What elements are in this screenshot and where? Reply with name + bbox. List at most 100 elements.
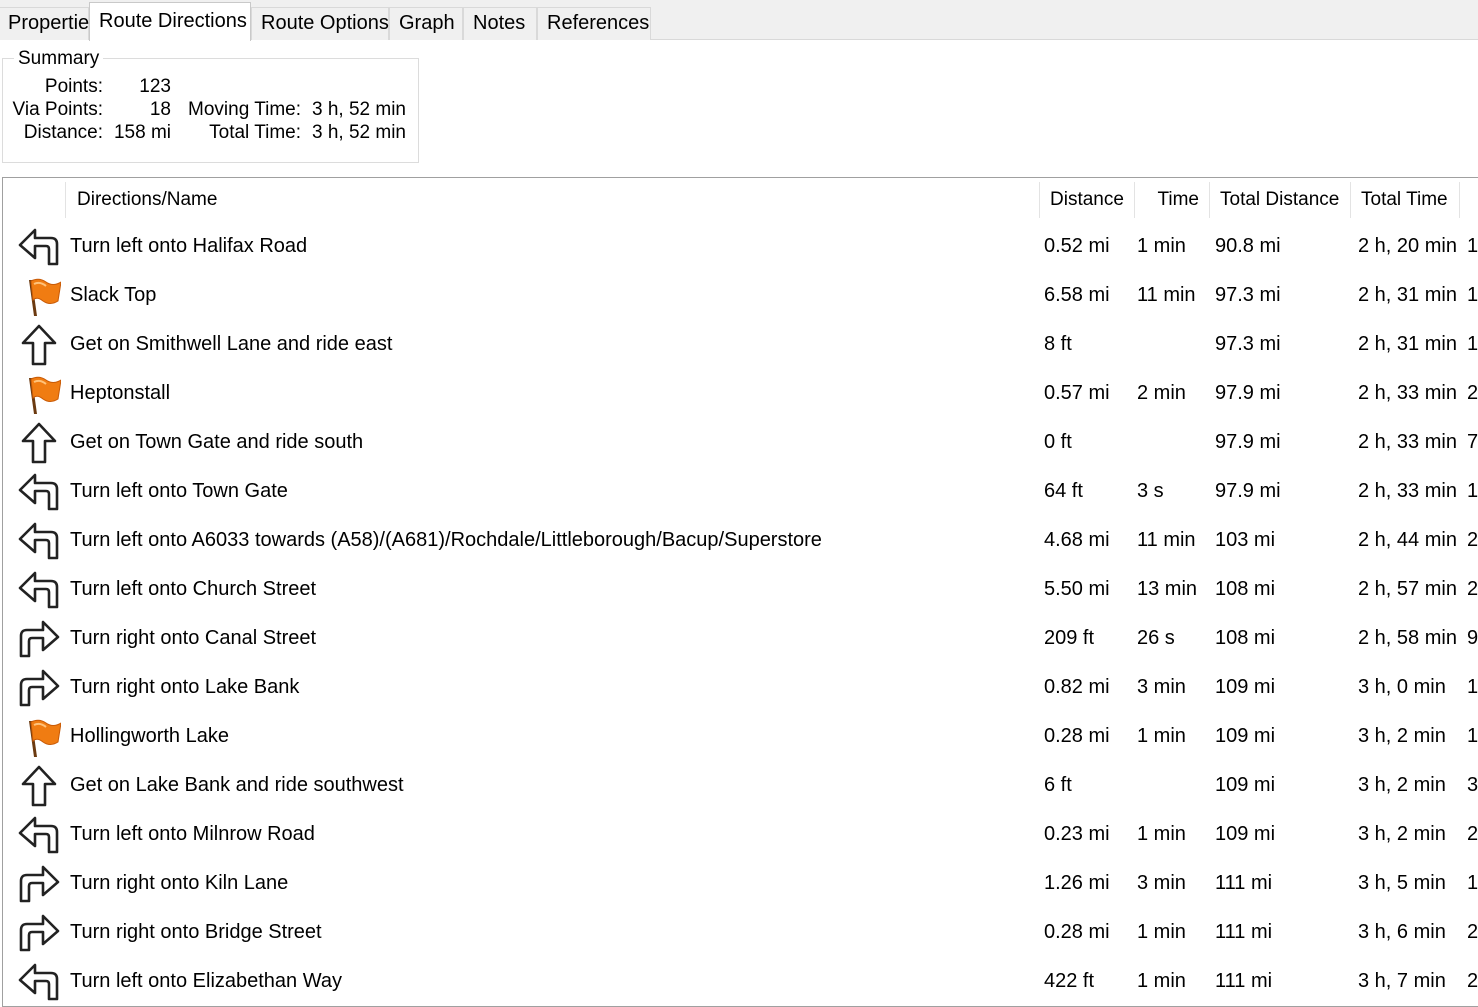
summary-group: Summary Points: 123 Via Points: 18 Dista… xyxy=(2,48,419,163)
row-total-distance: 109 mi xyxy=(1215,676,1276,698)
row-total-distance: 109 mi xyxy=(1215,725,1276,747)
tab-properties[interactable]: Properties xyxy=(0,7,99,40)
column-header-total-time[interactable]: Total Time xyxy=(1351,178,1459,222)
table-row[interactable]: Turn left onto Church Street 5.50 mi 13 mi… xyxy=(3,565,1478,614)
row-total-distance: 97.9 mi xyxy=(1215,480,1281,502)
row-total-distance: 111 mi xyxy=(1215,921,1273,943)
row-total-distance: 111 mi xyxy=(1215,872,1273,894)
row-total-distance: 97.9 mi xyxy=(1215,431,1281,453)
row-total-distance: 90.8 mi xyxy=(1215,235,1281,257)
tab-references[interactable]: References xyxy=(537,7,651,40)
row-overflow-value: 1( xyxy=(1467,480,1478,502)
row-total-time: 2 h, 33 min xyxy=(1358,382,1457,404)
row-name: Get on Lake Bank and ride southwest xyxy=(70,774,404,796)
row-time: 1 min xyxy=(1137,725,1186,747)
row-overflow-value: 2 xyxy=(1467,921,1478,943)
column-header-name[interactable]: Directions/Name xyxy=(67,178,1039,222)
row-total-time: 2 h, 20 min xyxy=(1358,235,1457,257)
row-total-time: 3 h, 0 min xyxy=(1358,676,1446,698)
points-value: 123 xyxy=(139,76,171,97)
list-header: Directions/Name Distance Time Total Dist… xyxy=(3,178,1478,222)
row-time: 1 min xyxy=(1137,235,1186,257)
column-header-time[interactable]: Time xyxy=(1135,178,1209,222)
row-distance: 0.57 mi xyxy=(1044,382,1110,404)
row-distance: 0 ft xyxy=(1044,431,1072,453)
table-row[interactable]: Get on Town Gate and ride south 0 ft 97.9 … xyxy=(3,418,1478,467)
row-distance: 1.26 mi xyxy=(1044,872,1110,894)
row-distance: 209 ft xyxy=(1044,627,1095,649)
table-row[interactable]: Turn right onto Kiln Lane 1.26 mi 3 min 111… xyxy=(3,859,1478,908)
row-name: Turn left onto Halifax Road xyxy=(70,235,308,257)
row-overflow-value: 1' xyxy=(1467,676,1478,698)
row-total-distance: 109 mi xyxy=(1215,823,1276,845)
total-time-label: Total Time: xyxy=(209,122,301,143)
row-overflow-value: 1: xyxy=(1467,725,1478,747)
row-time: 3 min xyxy=(1137,676,1186,698)
table-row[interactable]: Turn right onto Lake Bank 0.82 mi 3 min 109… xyxy=(3,663,1478,712)
row-name: Turn left onto Town Gate xyxy=(70,480,288,502)
row-name: Turn right onto Canal Street xyxy=(70,627,317,649)
row-overflow-value: 1( xyxy=(1467,235,1478,257)
table-row[interactable]: Slack Top 6.58 mi 11 min 97.3 mi 2 h, 31 min… xyxy=(3,271,1478,320)
table-row[interactable]: Get on Smithwell Lane and ride east 8 ft 9… xyxy=(3,320,1478,369)
row-name: Turn left onto Church Street xyxy=(70,578,317,600)
row-total-distance: 97.9 mi xyxy=(1215,382,1281,404)
table-row[interactable]: Turn left onto Milnrow Road 0.23 mi 1 min 1… xyxy=(3,810,1478,859)
table-row[interactable]: Turn left onto Town Gate 64 ft 3 s 97.9 mi 2… xyxy=(3,467,1478,516)
table-row[interactable]: Turn left onto Halifax Road 0.52 mi 1 min 9… xyxy=(3,222,1478,271)
row-name: Turn left onto Milnrow Road xyxy=(70,823,315,845)
row-total-time: 3 h, 2 min xyxy=(1358,725,1446,747)
directions-list[interactable]: Directions/Name Distance Time Total Dist… xyxy=(2,177,1478,1007)
row-distance: 6.58 mi xyxy=(1044,284,1110,306)
row-distance: 0.28 mi xyxy=(1044,921,1110,943)
tab-route-directions[interactable]: Route Directions xyxy=(89,2,251,41)
via-points-label: Via Points: xyxy=(12,99,103,120)
table-row[interactable]: Hollingworth Lake 0.28 mi 1 min 109 mi 3 h, … xyxy=(3,712,1478,761)
row-time: 2 min xyxy=(1137,382,1186,404)
table-row[interactable]: Heptonstall 0.57 mi 2 min 97.9 mi 2 h, 33 mi… xyxy=(3,369,1478,418)
row-name: Turn right onto Bridge Street xyxy=(70,921,322,943)
summary-title: Summary xyxy=(14,48,104,70)
row-total-time: 3 h, 2 min xyxy=(1358,823,1446,845)
row-time: 11 min xyxy=(1137,529,1196,551)
row-overflow-value: 2( xyxy=(1467,578,1478,600)
row-time: 1 min xyxy=(1137,823,1186,845)
moving-time-value: 3 h, 52 min xyxy=(312,99,406,120)
distance-value: 158 mi xyxy=(113,122,171,143)
row-total-time: 3 h, 2 min xyxy=(1358,774,1446,796)
row-time: 11 min xyxy=(1137,284,1196,306)
row-name: Get on Town Gate and ride south xyxy=(70,431,364,453)
row-total-distance: 103 mi xyxy=(1215,529,1276,551)
row-overflow-value: 1: xyxy=(1467,284,1478,306)
table-row[interactable]: Turn left onto A6033 towards (A58)/(A681… xyxy=(3,516,1478,565)
total-time-value: 3 h, 52 min xyxy=(312,122,406,143)
column-header-distance[interactable]: Distance xyxy=(1040,178,1134,222)
row-distance: 0.28 mi xyxy=(1044,725,1110,747)
tab-notes[interactable]: Notes xyxy=(463,7,537,40)
row-overflow-value: 1! xyxy=(1467,333,1478,355)
tab-bar: Properties Route Directions Route Option… xyxy=(0,0,1478,41)
row-time: 1 min xyxy=(1137,921,1186,943)
table-row[interactable]: Turn right onto Canal Street 209 ft 26 s 10… xyxy=(3,614,1478,663)
row-total-time: 3 h, 5 min xyxy=(1358,872,1446,894)
row-name: Hollingworth Lake xyxy=(70,725,229,747)
row-total-time: 2 h, 33 min xyxy=(1358,431,1457,453)
row-overflow-value: 9: xyxy=(1467,627,1478,649)
row-distance: 64 ft xyxy=(1044,480,1083,502)
column-header-total-distance[interactable]: Total Distance xyxy=(1210,178,1350,222)
row-overflow-value: 1 xyxy=(1467,872,1478,894)
table-row[interactable]: Turn right onto Bridge Street 0.28 mi 1 mi… xyxy=(3,908,1478,957)
tab-route-options[interactable]: Route Options xyxy=(251,7,389,40)
row-total-distance: 108 mi xyxy=(1215,578,1276,600)
points-label: Points: xyxy=(44,76,103,97)
tab-graph[interactable]: Graph xyxy=(389,7,463,40)
row-total-time: 2 h, 44 min xyxy=(1358,529,1457,551)
row-overflow-value: 2 xyxy=(1467,382,1478,404)
table-row[interactable]: Get on Lake Bank and ride southwest 6 ft 1… xyxy=(3,761,1478,810)
row-total-distance: 97.3 mi xyxy=(1215,284,1281,306)
row-distance: 0.52 mi xyxy=(1044,235,1110,257)
distance-label: Distance: xyxy=(23,122,103,143)
row-time: 3 s xyxy=(1137,480,1164,502)
row-overflow-value: 7 xyxy=(1467,431,1478,453)
row-distance: 8 ft xyxy=(1044,333,1072,355)
